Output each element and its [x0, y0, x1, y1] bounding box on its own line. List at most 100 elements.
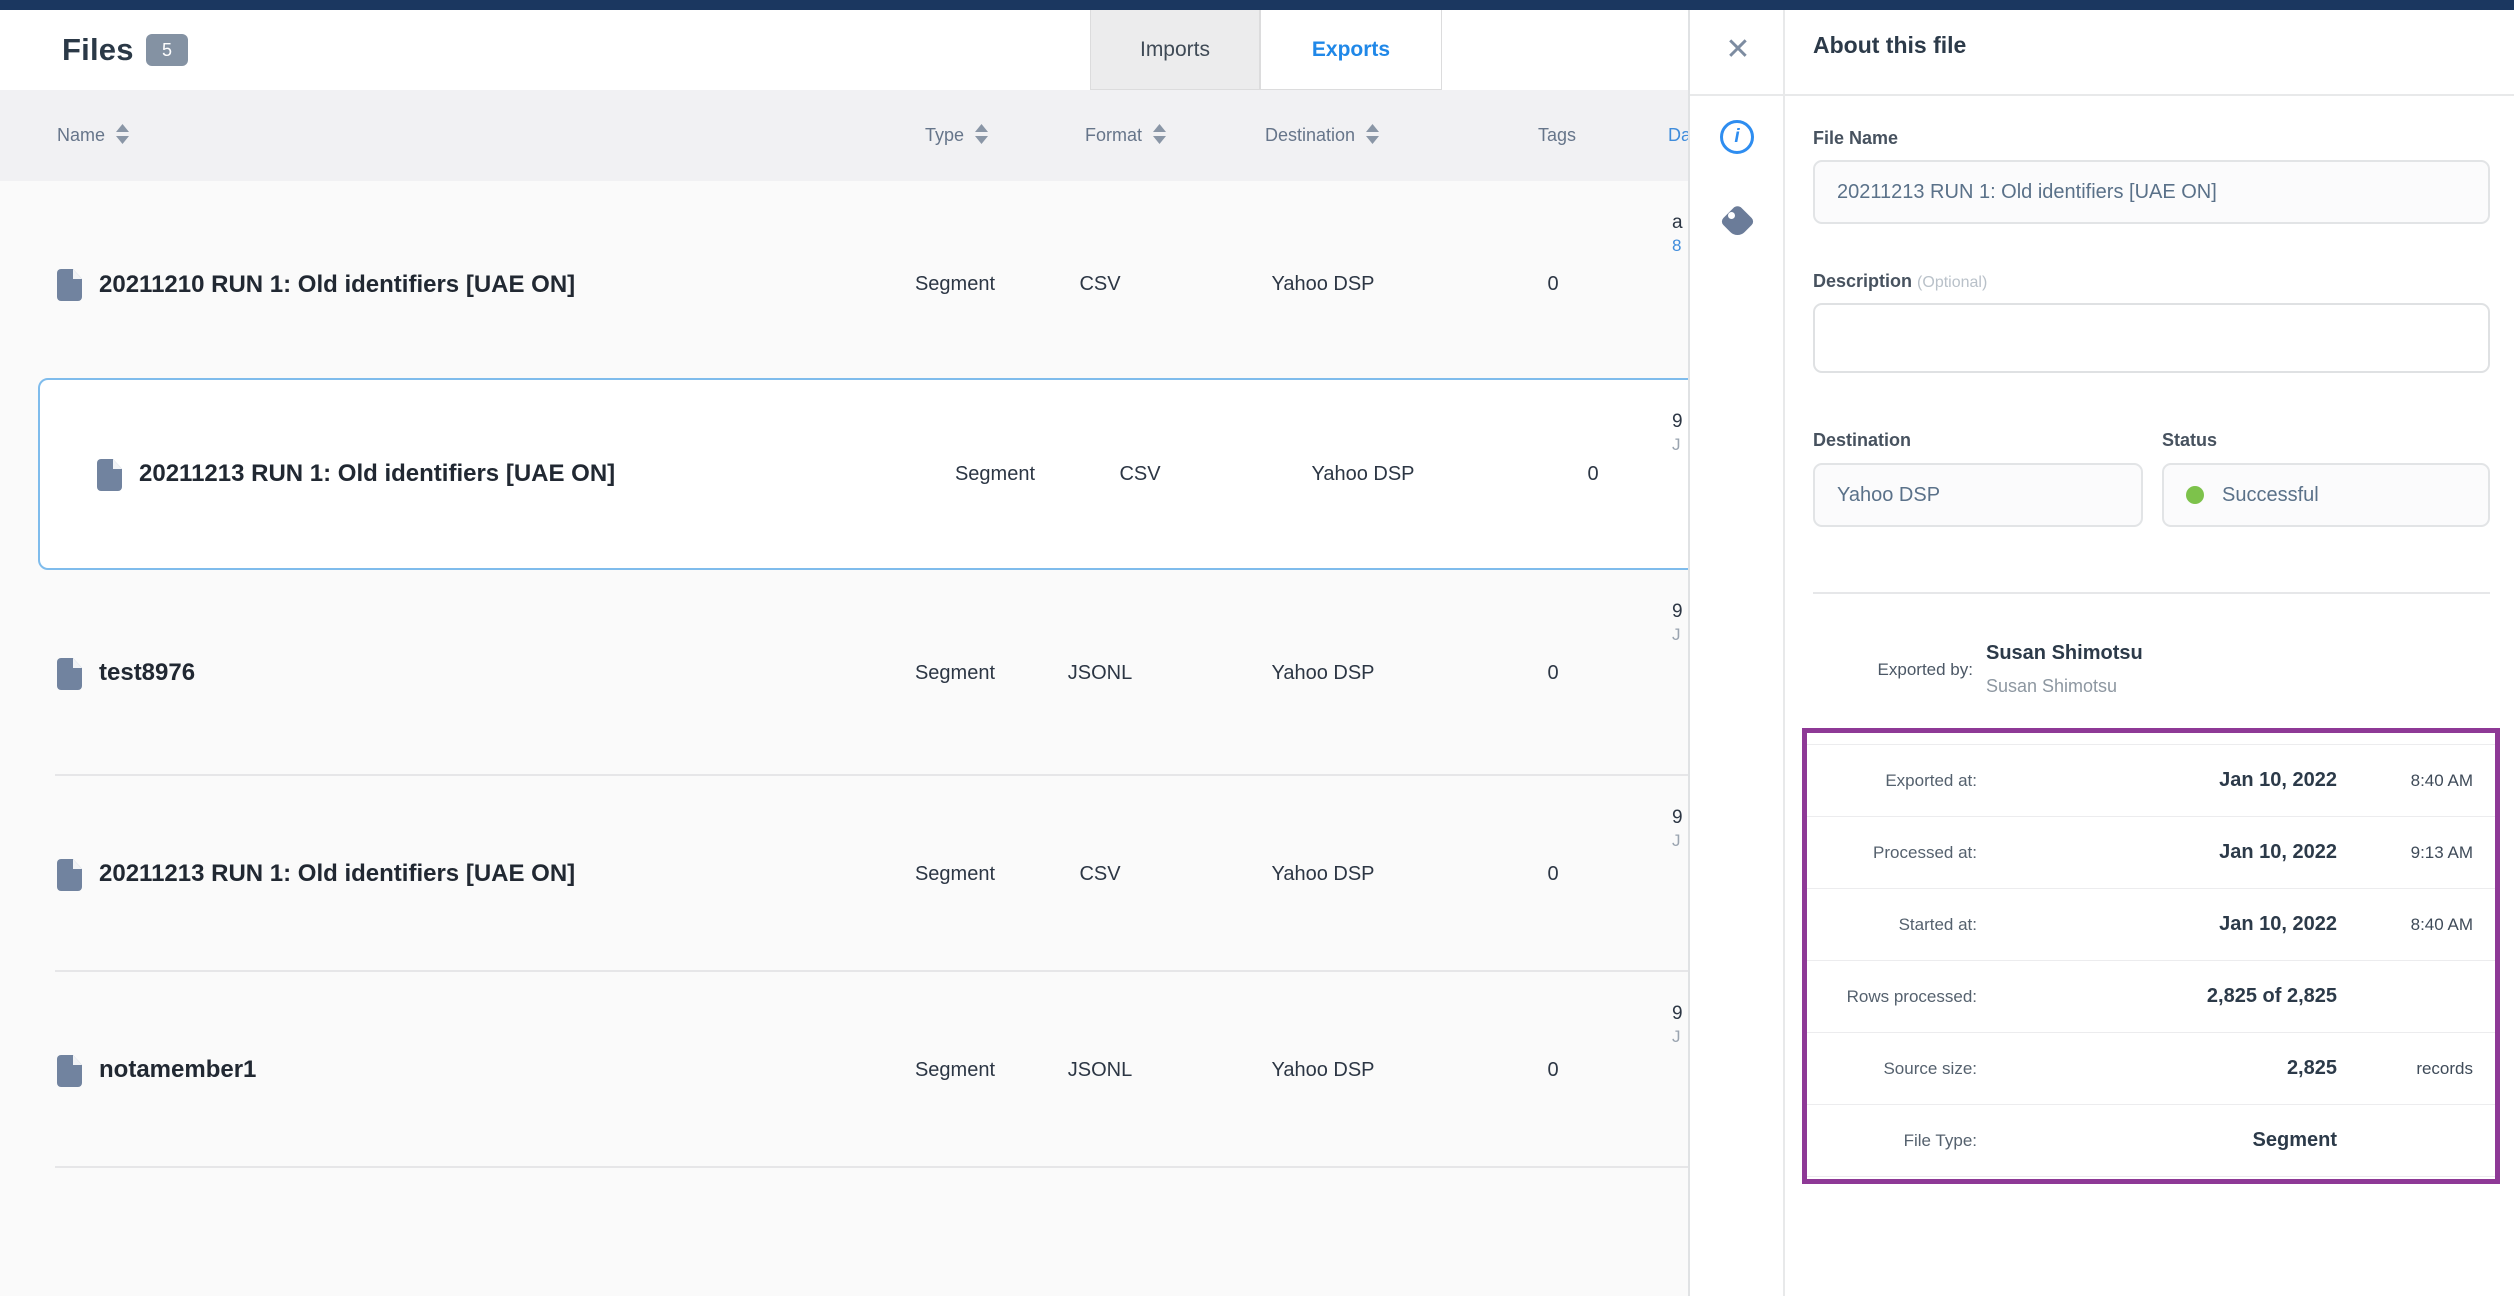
- exported-by-label: Exported by:: [1813, 660, 1973, 680]
- file-icon: [57, 657, 83, 690]
- date-cell-clipped: 9J: [1672, 972, 1688, 1168]
- optional-hint: (Optional): [1917, 274, 1987, 291]
- table-row[interactable]: 20211213 RUN 1: Old identifiers [UAE ON]…: [0, 776, 1688, 972]
- detail-value: 2,825: [1977, 1057, 2337, 1080]
- detail-row: Rows processed: 2,825 of 2,825: [1807, 961, 2495, 1033]
- file-name-text: test8976: [99, 659, 195, 687]
- table-row-selected[interactable]: 20211213 RUN 1: Old identifiers [UAE ON]…: [38, 378, 1688, 570]
- detail-label: Rows processed:: [1807, 987, 1977, 1007]
- files-header: Files 5 Imports Exports: [0, 10, 1688, 90]
- close-icon[interactable]: ✕: [1718, 30, 1758, 70]
- name-cell: 20211213 RUN 1: Old identifiers [UAE ON]: [97, 380, 615, 568]
- tags-tab[interactable]: [1720, 204, 1756, 240]
- detail-value: Jan 10, 2022: [1977, 769, 2337, 792]
- panel-title: About this file: [1813, 32, 1966, 59]
- detail-row: Started at: Jan 10, 2022 8:40 AM: [1807, 889, 2495, 961]
- column-header-type[interactable]: Type: [925, 90, 989, 181]
- tag-icon-hole: [1728, 212, 1735, 219]
- detail-extra: 8:40 AM: [2337, 771, 2473, 791]
- files-table-region: Files 5 Imports Exports Name Type Format…: [0, 10, 1688, 1296]
- detail-extra: 9:13 AM: [2337, 843, 2473, 863]
- tab-exports[interactable]: Exports: [1260, 10, 1442, 90]
- detail-extra: records: [2337, 1059, 2473, 1079]
- type-cell: Segment: [895, 181, 1015, 388]
- sort-icon: [974, 123, 989, 145]
- column-header-tags[interactable]: Tags: [1538, 90, 1576, 181]
- detail-label: Exported at:: [1807, 771, 1977, 791]
- file-icon: [97, 458, 123, 491]
- status-field: Successful: [2162, 463, 2490, 527]
- row-divider: [55, 1166, 1688, 1168]
- exported-by-subname: Susan Shimotsu: [1986, 676, 2117, 697]
- file-name-text: 20211210 RUN 1: Old identifiers [UAE ON]: [99, 271, 575, 299]
- top-navy-bar: [0, 0, 2514, 10]
- date-cell-clipped: a8: [1672, 181, 1688, 388]
- description-label: Description (Optional): [1813, 271, 2490, 292]
- format-cell: CSV: [1080, 380, 1200, 568]
- detail-row: File Type: Segment: [1807, 1105, 2495, 1177]
- files-count-badge: 5: [146, 34, 188, 66]
- destination-cell: Yahoo DSP: [1258, 972, 1388, 1168]
- file-name-text: 20211213 RUN 1: Old identifiers [UAE ON]: [139, 460, 615, 488]
- detail-row: Source size: 2,825 records: [1807, 1033, 2495, 1105]
- file-name-text: notamember1: [99, 1056, 256, 1084]
- name-cell: 20211213 RUN 1: Old identifiers [UAE ON]: [57, 776, 575, 972]
- file-name-text: 20211213 RUN 1: Old identifiers [UAE ON]: [99, 860, 575, 888]
- format-cell: CSV: [1040, 776, 1160, 972]
- tag-icon: [1720, 204, 1755, 239]
- app-window: Files 5 Imports Exports Name Type Format…: [0, 0, 2514, 1296]
- tags-cell: 0: [1522, 570, 1584, 776]
- column-header-destination[interactable]: Destination: [1265, 90, 1380, 181]
- detail-label: Source size:: [1807, 1059, 1977, 1079]
- file-icon: [57, 1054, 83, 1087]
- name-cell: 20211210 RUN 1: Old identifiers [UAE ON]: [57, 181, 575, 388]
- name-cell: notamember1: [57, 972, 256, 1168]
- tags-cell: 0: [1522, 776, 1584, 972]
- detail-extra: 8:40 AM: [2337, 915, 2473, 935]
- date-cell-clipped: 9J: [1672, 380, 1688, 568]
- detail-label: Processed at:: [1807, 843, 1977, 863]
- file-icon: [57, 268, 83, 301]
- table-row[interactable]: notamember1 Segment JSONL Yahoo DSP 0 9J: [0, 972, 1688, 1168]
- tags-cell: 0: [1562, 380, 1624, 568]
- column-header-date-clipped[interactable]: Date: [1668, 90, 1688, 181]
- column-header-format[interactable]: Format: [1085, 90, 1167, 181]
- type-cell: Segment: [895, 570, 1015, 776]
- detail-value: Jan 10, 2022: [1977, 841, 2337, 864]
- destination-cell: Yahoo DSP: [1258, 776, 1388, 972]
- table-row[interactable]: test8976 Segment JSONL Yahoo DSP 0 9J: [0, 570, 1688, 776]
- status-dot-icon: [2186, 486, 2204, 504]
- rail-divider: [1783, 10, 1785, 1296]
- details-highlight-box: Exported at: Jan 10, 2022 8:40 AM Proces…: [1802, 728, 2500, 1184]
- status-value: Successful: [2222, 484, 2319, 507]
- column-header-name[interactable]: Name: [57, 90, 130, 181]
- detail-label: Started at:: [1807, 915, 1977, 935]
- detail-value: Jan 10, 2022: [1977, 913, 2337, 936]
- destination-cell: Yahoo DSP: [1258, 570, 1388, 776]
- info-tab[interactable]: i: [1720, 120, 1754, 154]
- destination-cell: Yahoo DSP: [1298, 380, 1428, 568]
- sort-icon: [1365, 123, 1380, 145]
- date-cell-clipped: 9J: [1672, 776, 1688, 972]
- file-name-input[interactable]: 20211213 RUN 1: Old identifiers [UAE ON]: [1813, 160, 2490, 224]
- description-textarea[interactable]: [1813, 303, 2490, 373]
- table-row[interactable]: 20211210 RUN 1: Old identifiers [UAE ON]…: [0, 181, 1688, 388]
- format-cell: CSV: [1040, 181, 1160, 388]
- sort-icon: [115, 123, 130, 145]
- table-header-row: Name Type Format Destination Tags Date: [0, 90, 1688, 181]
- detail-row: Processed at: Jan 10, 2022 9:13 AM: [1807, 817, 2495, 889]
- sort-icon: [1152, 123, 1167, 145]
- type-cell: Segment: [895, 972, 1015, 1168]
- name-cell: test8976: [57, 570, 195, 776]
- detail-label: File Type:: [1807, 1131, 1977, 1151]
- file-details-list: Exported at: Jan 10, 2022 8:40 AM Proces…: [1807, 744, 2495, 1177]
- destination-field: Yahoo DSP: [1813, 463, 2143, 527]
- tab-imports[interactable]: Imports: [1090, 10, 1260, 90]
- page-title: Files: [62, 32, 134, 68]
- section-divider: [1813, 592, 2490, 594]
- destination-cell: Yahoo DSP: [1258, 181, 1388, 388]
- info-icon: i: [1734, 126, 1739, 147]
- status-label: Status: [2162, 430, 2490, 451]
- format-cell: JSONL: [1040, 972, 1160, 1168]
- file-name-label: File Name: [1813, 128, 2490, 149]
